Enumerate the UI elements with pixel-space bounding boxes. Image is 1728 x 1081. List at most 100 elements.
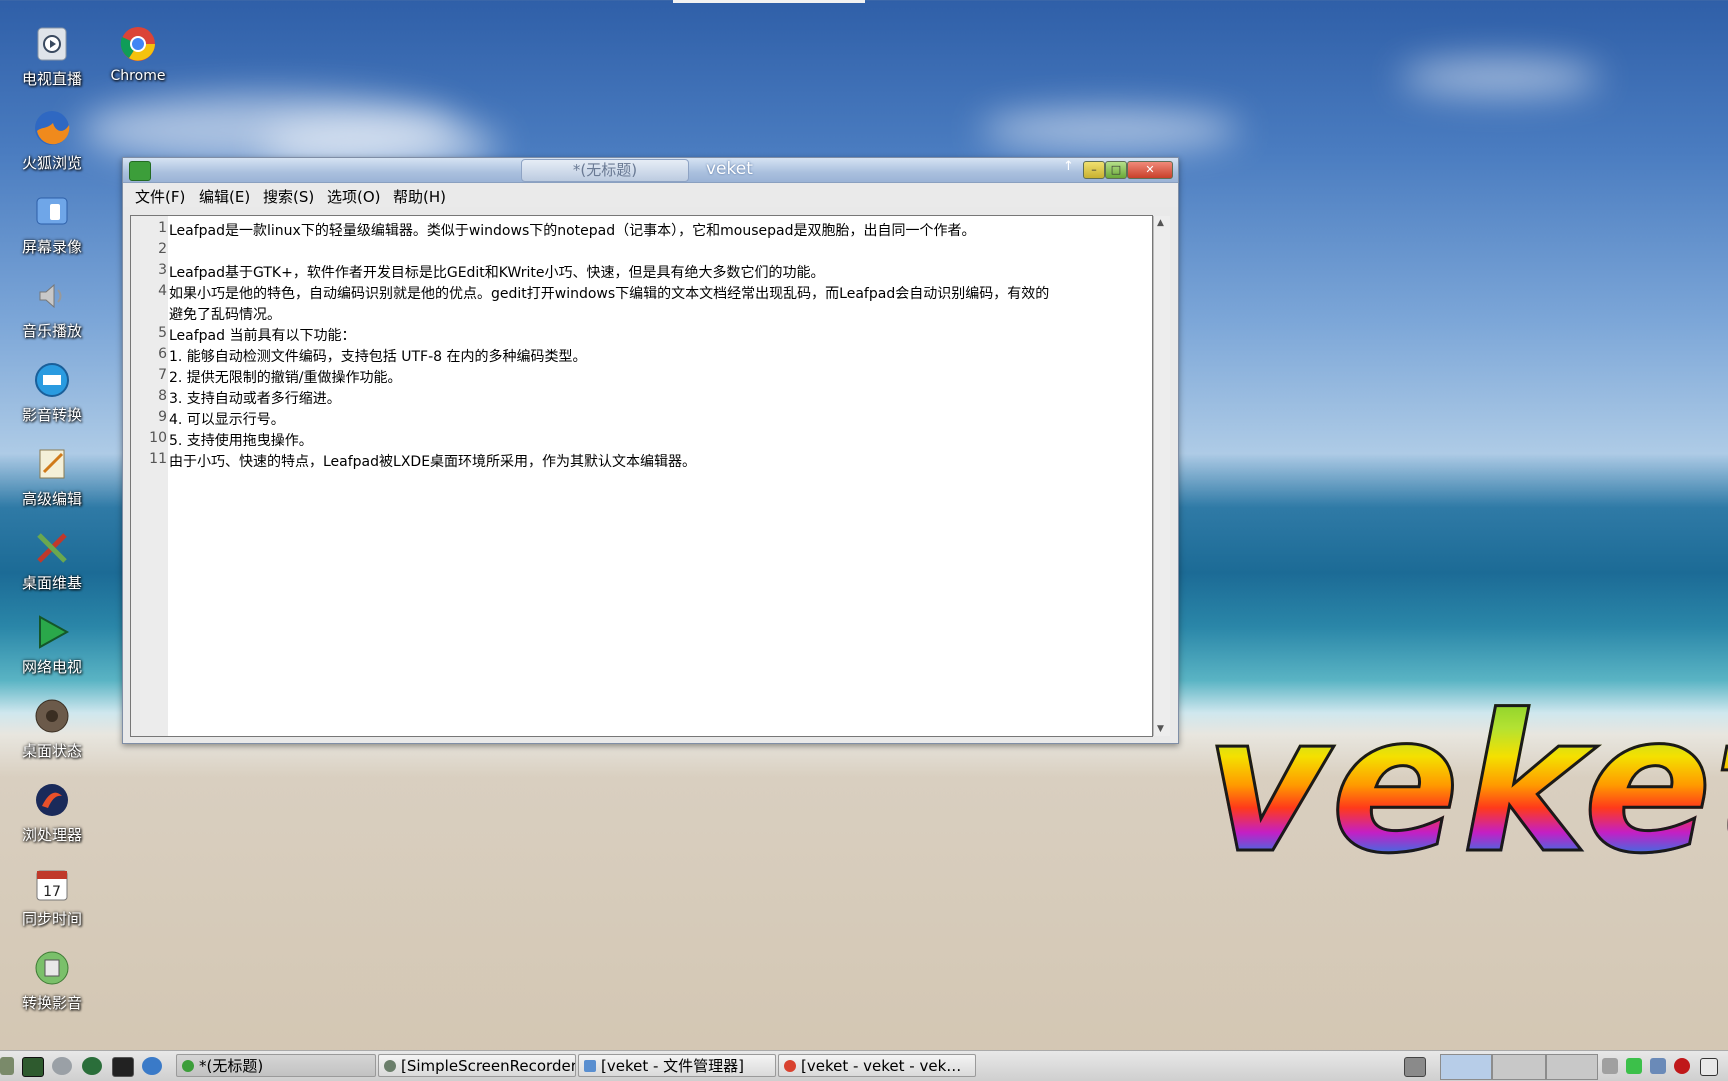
- desktop-icon-label: 高级编辑: [21, 490, 82, 508]
- minimize-button[interactable]: –: [1083, 161, 1105, 179]
- notepad-icon: [32, 444, 72, 484]
- wiki-icon: [32, 528, 72, 568]
- terminal-icon[interactable]: [112, 1057, 134, 1077]
- task-button[interactable]: [veket - 文件管理器]: [578, 1054, 776, 1077]
- battery-icon[interactable]: [1626, 1058, 1642, 1074]
- desktop-icon-label: 桌面维基: [21, 574, 82, 592]
- desktop-icon-editor[interactable]: 高级编辑: [2, 444, 102, 509]
- text-line: Leafpad基于GTK+，软件作者开发目标是比GEdit和KWrite小巧、快…: [169, 265, 825, 281]
- menu-help[interactable]: 帮助(H): [393, 186, 446, 207]
- text-line: 5. 支持使用拖曳操作。: [169, 433, 313, 449]
- monitor-icon[interactable]: [22, 1057, 44, 1077]
- text-line: Leafpad 当前具有以下功能：: [169, 328, 356, 344]
- menu-search[interactable]: 搜索(S): [263, 186, 314, 207]
- desktop-icon-screen-record[interactable]: 屏幕录像: [2, 192, 102, 257]
- desktop-icon-label: 音乐播放: [21, 322, 82, 340]
- line-number: 11: [149, 451, 167, 467]
- record-icon[interactable]: [1674, 1058, 1690, 1074]
- desktop-icon-convert[interactable]: 转换影音: [2, 948, 102, 1013]
- desktop-switcher-2[interactable]: [1492, 1054, 1546, 1080]
- text-line: 如果小巧是他的特色，自动编码识别就是他的优点。gedit打开windows下编辑…: [169, 286, 1050, 302]
- desktop-icon-label: 火狐浏览: [21, 154, 82, 172]
- desktop-icon-label: 网络电视: [21, 658, 82, 676]
- leafpad-icon: [129, 161, 151, 181]
- desktop-icon-net-tv[interactable]: 网络电视: [2, 612, 102, 677]
- keyboard-icon[interactable]: [1602, 1058, 1618, 1074]
- text-line: 2. 提供无限制的撤销/重做操作功能。: [169, 370, 402, 386]
- text-editor[interactable]: 1 Leafpad是一款linux下的轻量级编辑器。类似于windows下的no…: [130, 215, 1170, 737]
- line-number: 10: [149, 430, 167, 446]
- task-button[interactable]: *(无标题): [176, 1054, 376, 1077]
- desktop-switcher-1[interactable]: [1440, 1054, 1492, 1080]
- vertical-scrollbar[interactable]: ▲ ▼: [1153, 216, 1170, 736]
- line-number: 6: [158, 346, 167, 362]
- desktop-icon-sync-time[interactable]: 17 同步时间: [2, 864, 102, 929]
- leafpad-window: *(无标题) veket ↑ – □ ✕ 文件(F) 编辑(E) 搜索(S) 选…: [122, 157, 1179, 744]
- pin-icon[interactable]: ↑: [1063, 159, 1074, 174]
- desktop-icon-label: Chrome: [110, 68, 166, 84]
- desktop-icon-label: 浏处理器: [21, 826, 82, 844]
- desktop-icon-music[interactable]: 音乐播放: [2, 276, 102, 341]
- desktop-switcher-3[interactable]: [1546, 1054, 1598, 1080]
- menu-bar: 文件(F) 编辑(E) 搜索(S) 选项(O) 帮助(H): [123, 183, 1178, 207]
- chrome-icon: [118, 24, 158, 64]
- convert-icon: [32, 948, 72, 988]
- desktop-icon-browser[interactable]: 浏处理器: [2, 780, 102, 845]
- signal-icon[interactable]: [1650, 1058, 1666, 1074]
- line-number: 9: [158, 409, 167, 425]
- browser-icon: [32, 780, 72, 820]
- speaker-icon: [32, 276, 72, 316]
- text-line: 3. 支持自动或者多行缩进。: [169, 391, 341, 407]
- play-icon: [32, 612, 72, 652]
- gauge-icon: [32, 696, 72, 736]
- desktop-icon-label: 屏幕录像: [21, 238, 82, 256]
- task-label: [veket - 文件管理器]: [601, 1057, 745, 1075]
- menu-icon[interactable]: [0, 1057, 14, 1075]
- line-number: 3: [158, 262, 167, 278]
- task-label: [SimpleScreenRecorder]: [401, 1057, 576, 1075]
- scroll-up-icon[interactable]: ▲: [1157, 218, 1164, 228]
- scroll-down-icon[interactable]: ▼: [1157, 724, 1164, 734]
- text-line: 避免了乱码情况。: [169, 307, 281, 323]
- svg-text:17: 17: [43, 884, 61, 900]
- desktop-icon-label: 同步时间: [21, 910, 82, 928]
- line-number: 8: [158, 388, 167, 404]
- globe-icon[interactable]: [142, 1057, 162, 1075]
- taskbar: *(无标题) [SimpleScreenRecorder] [veket - 文…: [0, 1050, 1728, 1081]
- menu-file[interactable]: 文件(F): [135, 186, 185, 207]
- clipboard-icon[interactable]: [1700, 1058, 1718, 1076]
- desktop-icon-label: 电视直播: [21, 70, 82, 88]
- close-button[interactable]: ✕: [1127, 161, 1173, 179]
- desktop-icon-tv[interactable]: 电视直播: [2, 24, 102, 89]
- desktop-icon-media-convert[interactable]: 影音转换: [2, 360, 102, 425]
- line-number: 2: [158, 241, 167, 257]
- maximize-button[interactable]: □: [1105, 161, 1127, 179]
- desktop-icon-firefox[interactable]: 火狐浏览: [2, 108, 102, 173]
- text-line: Leafpad是一款linux下的轻量级编辑器。类似于windows下的note…: [169, 223, 976, 239]
- text-line: 由于小巧、快速的特点，Leafpad被LXDE桌面环境所采用，作为其默认文本编辑…: [169, 454, 697, 470]
- screen-record-icon: [32, 192, 72, 232]
- top-edge-panel: [673, 0, 865, 3]
- desktop-icon-status[interactable]: 桌面状态: [2, 696, 102, 761]
- menu-edit[interactable]: 编辑(E): [199, 186, 250, 207]
- chrome-icon: [784, 1060, 796, 1072]
- play-icon[interactable]: [82, 1057, 102, 1075]
- line-number: 4: [158, 283, 167, 299]
- desktop-icon-chrome[interactable]: Chrome: [88, 24, 188, 84]
- desktop-icon-wiki[interactable]: 桌面维基: [2, 528, 102, 593]
- menu-options[interactable]: 选项(O): [327, 186, 381, 207]
- task-label: [veket - veket - vek…: [801, 1057, 962, 1075]
- screenshot-icon[interactable]: [1404, 1057, 1426, 1077]
- task-button[interactable]: [veket - veket - vek…: [778, 1054, 976, 1077]
- window-tab[interactable]: *(无标题): [521, 159, 689, 182]
- task-button[interactable]: [SimpleScreenRecorder]: [378, 1054, 576, 1077]
- firefox-icon: [32, 108, 72, 148]
- line-number: 5: [158, 325, 167, 341]
- desktop-icon-label: 影音转换: [21, 406, 82, 424]
- desktop-icon-label: 桌面状态: [21, 742, 82, 760]
- text-line: 4. 可以显示行号。: [169, 412, 285, 428]
- paw-icon[interactable]: [52, 1057, 72, 1075]
- title-bar[interactable]: *(无标题) veket ↑ – □ ✕: [123, 158, 1178, 183]
- window-title: veket: [706, 159, 753, 179]
- task-label: *(无标题): [199, 1057, 264, 1075]
